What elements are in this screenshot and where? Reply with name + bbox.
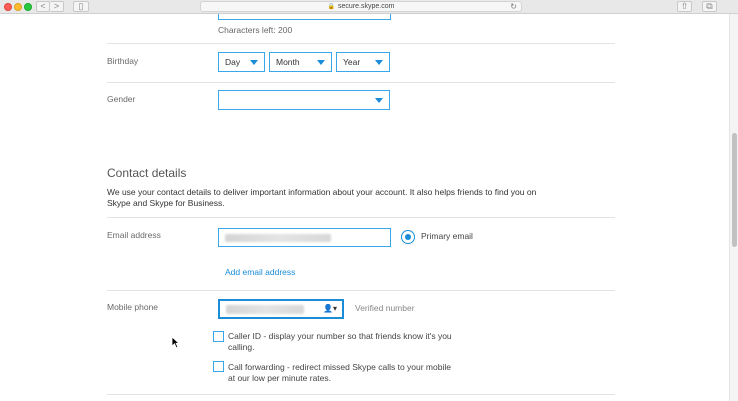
gender-label: Gender	[107, 94, 136, 104]
sidebar-toggle-icon[interactable]: ▯	[73, 1, 89, 12]
address-bar[interactable]: 🔒 secure.skype.com ↻	[200, 1, 522, 12]
contact-details-description: We use your contact details to deliver i…	[107, 187, 537, 208]
call-forwarding-checkbox[interactable]	[213, 361, 224, 372]
birthday-month-select[interactable]: Month	[269, 52, 332, 72]
birthday-year-select[interactable]: Year	[336, 52, 390, 72]
chevron-down-icon	[250, 60, 258, 65]
mobile-phone-label: Mobile phone	[107, 302, 159, 312]
gender-select[interactable]	[218, 90, 390, 110]
divider	[107, 217, 615, 218]
characters-left: Characters left: 200	[218, 25, 293, 35]
primary-email-label: Primary email	[421, 231, 473, 241]
mobile-phone-input[interactable]: 👤▾	[218, 299, 344, 319]
forward-button[interactable]: >	[50, 1, 64, 12]
url-text: secure.skype.com	[338, 3, 395, 10]
contact-details-heading: Contact details	[107, 166, 187, 180]
chevron-down-icon	[375, 98, 383, 103]
day-value: Day	[225, 57, 241, 67]
contact-picker-icon[interactable]: 👤▾	[323, 304, 337, 313]
caller-id-label: Caller ID - display your number so that …	[228, 331, 452, 352]
email-input[interactable]	[218, 228, 391, 247]
month-value: Month	[276, 57, 300, 67]
reload-icon[interactable]: ↻	[510, 2, 517, 12]
birthday-label: Birthday	[107, 56, 139, 66]
divider	[107, 290, 615, 291]
divider	[107, 82, 615, 83]
divider	[107, 394, 615, 395]
call-forwarding-label: Call forwarding - redirect missed Skype …	[228, 362, 451, 383]
close-window-icon[interactable]	[4, 3, 12, 11]
redacted-email	[225, 234, 331, 242]
minimize-window-icon[interactable]	[14, 3, 22, 11]
caller-id-checkbox[interactable]	[213, 331, 224, 342]
divider	[107, 43, 615, 44]
share-icon[interactable]: ⇧	[677, 1, 692, 12]
tabs-overview-icon[interactable]: ⧉	[702, 1, 717, 12]
birthday-day-select[interactable]: Day	[218, 52, 265, 72]
redacted-phone	[226, 305, 304, 314]
add-email-link[interactable]: Add email address	[225, 267, 295, 277]
email-label: Email address	[107, 230, 161, 240]
mouse-cursor-icon	[171, 336, 180, 349]
zoom-window-icon[interactable]	[24, 3, 32, 11]
lock-icon: 🔒	[327, 4, 336, 10]
about-me-textarea[interactable]	[218, 14, 391, 20]
verified-number-label: Verified number	[355, 303, 415, 313]
browser-toolbar: < > ▯ 🔒 secure.skype.com ↻ ⇧ ⧉	[0, 0, 738, 14]
page-scrollbar[interactable]	[729, 14, 738, 401]
back-button[interactable]: <	[36, 1, 50, 12]
scrollbar-thumb[interactable]	[732, 133, 737, 247]
chevron-down-icon	[317, 60, 325, 65]
year-value: Year	[343, 57, 361, 67]
primary-email-radio[interactable]	[401, 230, 415, 244]
chevron-down-icon	[375, 60, 383, 65]
